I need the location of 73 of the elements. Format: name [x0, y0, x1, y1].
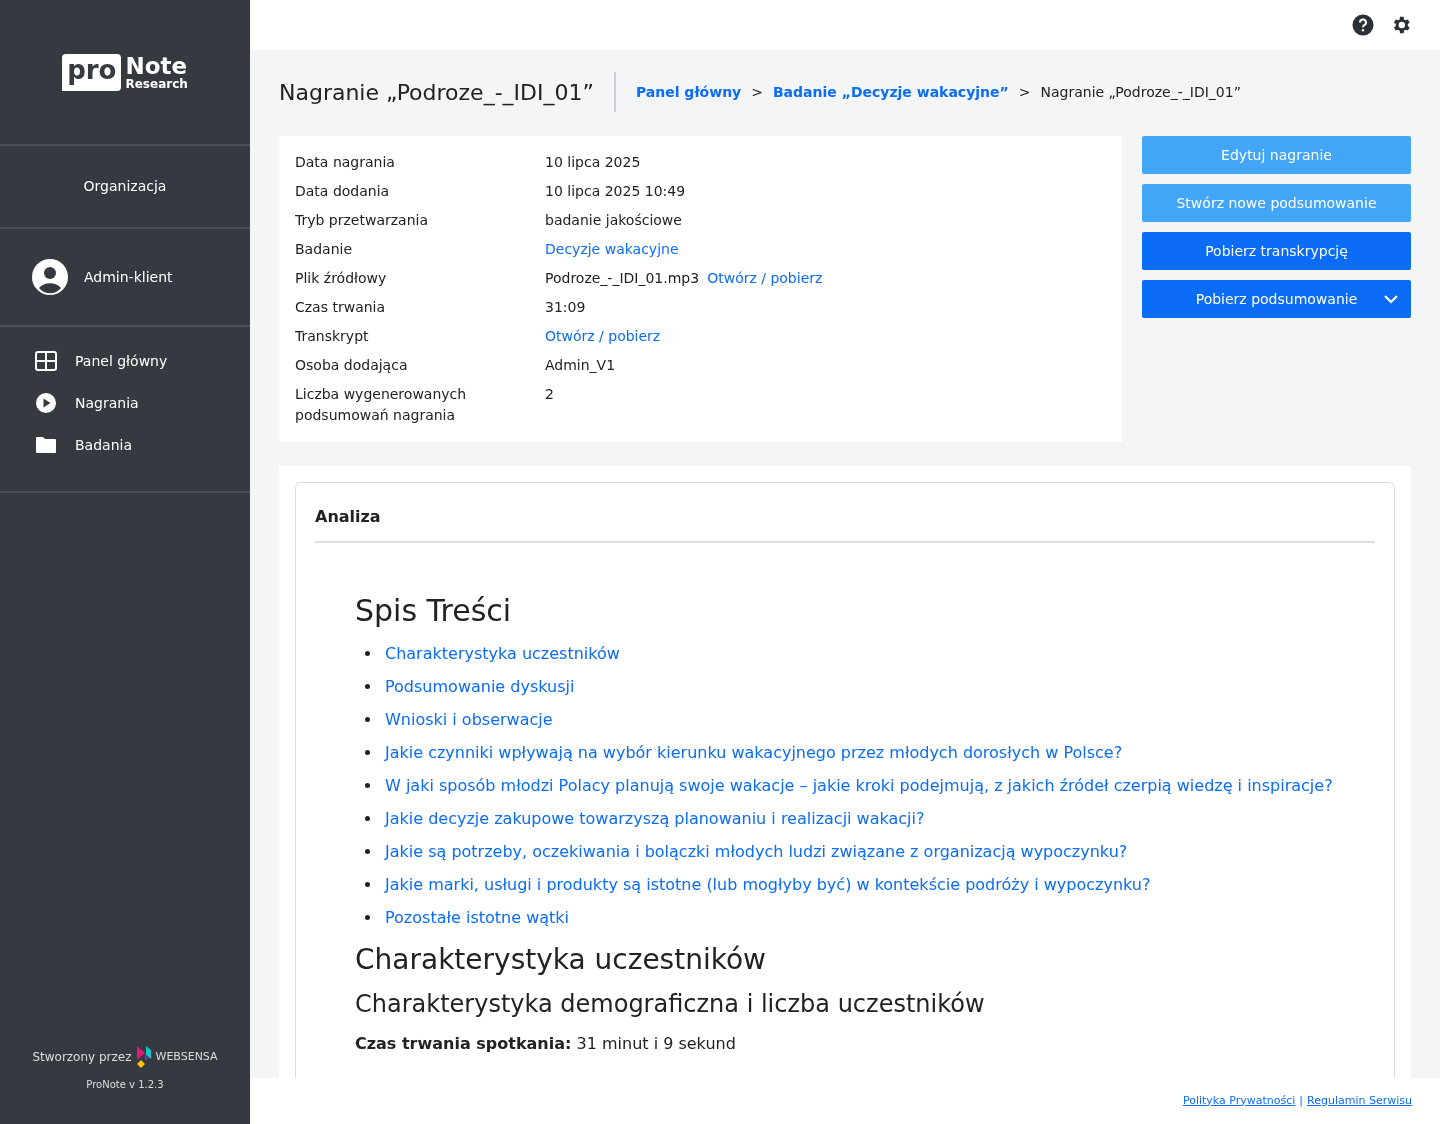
- footer-separator: |: [1299, 1092, 1304, 1109]
- bullet-icon: [365, 915, 370, 920]
- logo-badge: pro: [62, 53, 122, 91]
- action-button[interactable]: Pobierz transkrypcję: [1142, 232, 1411, 270]
- toc-link[interactable]: Jakie marki, usługi i produkty są istotne (lub mogłyby być) w kontekście podróży i wypoczynku?: [385, 872, 1151, 897]
- detail-link[interactable]: Otwórz / pobierz: [545, 326, 661, 347]
- breadcrumb-link[interactable]: Badanie „Decyzje wakacyjne”: [772, 81, 1009, 103]
- credit-text: Stworzony przez: [32, 1049, 132, 1066]
- detail-label: Badanie: [295, 240, 354, 259]
- breadcrumb-link[interactable]: Panel główny: [635, 81, 742, 103]
- detail-value: badanie jakościowe: [545, 211, 682, 230]
- paragraph-text: Czas trwania spotkania: 31 minut i 9 sekund: [355, 1033, 737, 1055]
- breadcrumb-current: Nagranie „Podroze_-_IDI_01”: [1040, 82, 1241, 102]
- detail-label: Liczba wygenerowanych podsumowań nagrania: [295, 385, 468, 425]
- toc-link[interactable]: Jakie czynniki wpływają na wybór kierunku wakacyjnego przez młodych dorosłych w Polsce?: [385, 740, 1123, 765]
- bullet-icon: [365, 651, 370, 656]
- toc-heading: Spis Treści: [355, 593, 513, 629]
- toc-link[interactable]: Podsumowanie dyskusji: [385, 674, 575, 699]
- bullet-icon: [365, 849, 370, 854]
- detail-value: 10 lipca 2025: [545, 153, 641, 172]
- bullet-icon: [365, 816, 370, 821]
- detail-value: Podroze_-_IDI_01.mp3: [545, 269, 700, 288]
- detail-link[interactable]: Decyzje wakacyjne: [545, 239, 679, 260]
- detail-link[interactable]: Otwórz / pobierz: [707, 268, 823, 289]
- detail-value: 2: [545, 385, 554, 404]
- detail-label: Osoba dodająca: [295, 356, 409, 375]
- nav-item[interactable]: Panel główny: [35, 347, 215, 375]
- user-name[interactable]: Admin-klient: [84, 266, 173, 288]
- toc-link[interactable]: Charakterystyka uczestników: [385, 641, 620, 666]
- folder-icon: [35, 436, 57, 454]
- detail-label: Tryb przetwarzania: [295, 211, 430, 230]
- chevron-down-icon: [1383, 294, 1399, 304]
- footer-link[interactable]: Regulamin Serwisu: [1307, 1092, 1412, 1110]
- toc-link[interactable]: Jakie są potrzeby, oczekiwania i bolączki młodych ludzi związane z organizacją wypoczynku?: [385, 839, 1128, 864]
- grid-icon: [35, 351, 57, 371]
- bullet-icon: [365, 717, 370, 722]
- detail-label: Plik źródłowy: [295, 269, 388, 288]
- action-button[interactable]: Stwórz nowe podsumowanie: [1142, 184, 1411, 222]
- brand-name: WEBSENSA: [155, 1048, 218, 1065]
- detail-label: Data nagrania: [295, 153, 396, 172]
- breadcrumb-separator: >: [751, 82, 763, 102]
- toc-link[interactable]: Pozostałe istotne wątki: [385, 905, 569, 930]
- logo-subtitle: Research: [125, 77, 188, 90]
- analysis-title: Analiza: [315, 483, 1375, 543]
- breadcrumb-separator: >: [1018, 82, 1031, 102]
- logo-name: Note: [125, 54, 188, 78]
- nav-item[interactable]: Badania: [35, 431, 215, 459]
- organization-link[interactable]: Organizacja: [83, 176, 167, 197]
- toc-link[interactable]: Wnioski i obserwacje: [385, 707, 553, 732]
- bullet-icon: [365, 783, 370, 788]
- user-avatar-icon: [32, 259, 68, 295]
- toc-link[interactable]: W jaki sposób młodzi Polacy planują swoje wakacje – jakie kroki podejmują, z jakich źródeł czerpią wiedzę i inspiracje?: [385, 773, 1333, 798]
- section-heading: Charakterystyka uczestników: [355, 942, 767, 978]
- bullet-icon: [365, 750, 370, 755]
- action-button[interactable]: Edytuj nagranie: [1142, 136, 1411, 174]
- nav-item[interactable]: Nagrania: [35, 389, 215, 417]
- toc-link[interactable]: Jakie decyzje zakupowe towarzyszą planowaniu i realizacji wakacji?: [385, 806, 925, 831]
- footer-link[interactable]: Polityka Prywatności: [1182, 1092, 1296, 1110]
- help-icon[interactable]: [1352, 14, 1374, 36]
- play-icon: [35, 392, 57, 414]
- detail-value: 31:09: [545, 298, 586, 317]
- detail-label: Czas trwania: [295, 298, 387, 317]
- brand-logo-icon: [135, 1045, 152, 1069]
- bullet-icon: [365, 882, 370, 887]
- subsection-heading: Charakterystyka demograficzna i liczba uczestników: [355, 989, 986, 1020]
- bullet-icon: [365, 684, 370, 689]
- page-title: Nagranie „Podroze_-_IDI_01”: [279, 72, 616, 112]
- detail-value: 10 lipca 2025 10:49: [545, 182, 686, 201]
- detail-label: Data dodania: [295, 182, 391, 201]
- detail-value: Admin_V1: [545, 356, 616, 375]
- version-text: ProNote v 1.2.3: [86, 1078, 164, 1092]
- action-button[interactable]: Pobierz podsumowanie: [1142, 280, 1411, 318]
- detail-label: Transkrypt: [295, 327, 370, 346]
